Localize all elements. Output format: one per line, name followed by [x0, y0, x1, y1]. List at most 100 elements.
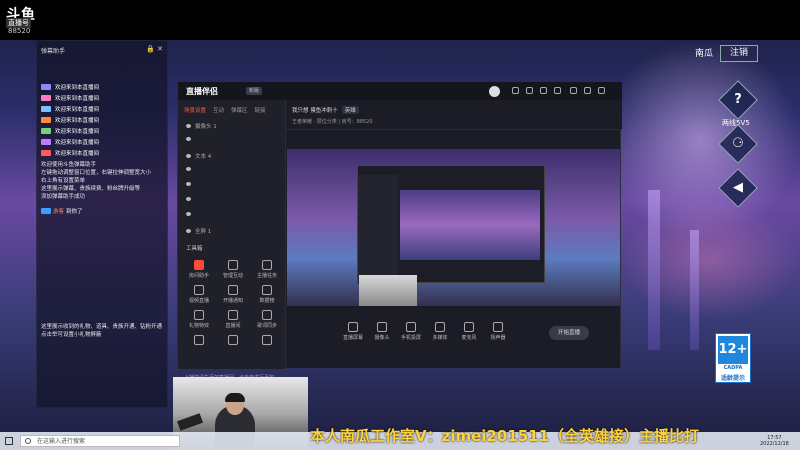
system-message: 左键拖动调整窗口位置，右键拉伸调整宽大小	[41, 170, 152, 176]
toolbox-item[interactable]: 礼物特效	[184, 310, 214, 329]
version-badge[interactable]: 新版	[246, 87, 263, 95]
source-item[interactable]: 全屏 1	[186, 227, 211, 235]
eye-icon[interactable]	[186, 124, 191, 128]
scene-panel: 场景设置 互动 弹幕区 链接 摄像头 1 文本 4 全屏 1 工具箱 房间助手 管理互…	[178, 100, 286, 381]
scrolling-banner: 本人南瓜工作室V：zimei201511（全英雄接）主播比打	[310, 427, 700, 445]
toolbox-item[interactable]: 数据榜	[252, 285, 282, 304]
tab-link[interactable]: 链接	[255, 106, 266, 114]
headset-icon[interactable]	[512, 87, 519, 94]
room-title[interactable]: 我只想 摸鱼冲刺十	[292, 106, 338, 114]
tool-label: 数据榜	[259, 298, 275, 304]
system-message: 欢迎使用斗鱼弹幕助手	[41, 162, 97, 168]
toolbox-item[interactable]: 管理互动	[218, 260, 248, 279]
toolbox-item[interactable]: 歌词同步	[252, 310, 282, 329]
cadpa-brand: CADPA	[723, 365, 743, 371]
source-item[interactable]	[186, 167, 195, 171]
source-item[interactable]: 摄像头 1	[186, 122, 217, 130]
nested-app-window	[357, 165, 545, 284]
streamer-hair	[225, 393, 245, 402]
eye-icon[interactable]	[186, 197, 191, 201]
streaming-app-window: 直播伴侣 新版 场景设置 互动 弹幕区 链接 摄像头 1 文本 4 全屏 1 工具箱…	[177, 81, 622, 381]
age-note: 适龄提示	[720, 375, 745, 382]
tool-icon	[228, 335, 238, 345]
bottom-tool-icon	[464, 322, 474, 332]
background-tower	[690, 230, 699, 350]
source-label: 摄像头 1	[195, 124, 217, 130]
logout-button[interactable]: 注销	[720, 45, 758, 62]
gift-notice-line: 这里展示收到的礼物、道具、贵族开通、钻粉开通	[41, 324, 163, 330]
top-bar: 斗鱼 直播号 88520	[0, 0, 800, 40]
system-messages: 欢迎使用斗鱼弹幕助手 左键拖动调整窗口位置，右键拉伸调整宽大小 右上角有设置菜单 这里…	[41, 161, 165, 201]
toolbox-item[interactable]: 开播通知	[218, 285, 248, 304]
bottom-toolbar: 直播屏幕 摄像头 手机投屏 多媒体 麦克风 扬声器 开始直播	[287, 314, 620, 368]
bottom-tool-button[interactable]: 麦克风	[455, 322, 483, 341]
toolbox-item[interactable]	[252, 335, 282, 347]
toolbox-item[interactable]	[184, 335, 214, 347]
system-message: 添加弹幕助手成功	[41, 194, 86, 200]
nested-preview	[400, 190, 540, 260]
level-badge	[41, 150, 51, 156]
room-tag[interactable]: 英雄	[341, 106, 359, 114]
windows-start-icon[interactable]	[5, 437, 13, 445]
eye-icon[interactable]	[186, 212, 191, 216]
toolbox-item[interactable]: 主播任务	[252, 260, 282, 279]
eye-icon[interactable]	[186, 154, 191, 158]
start-live-button[interactable]: 开始直播	[549, 326, 589, 340]
source-item[interactable]	[186, 212, 195, 216]
chat-row: 欢迎来到本直播间	[41, 116, 99, 124]
share-icon[interactable]	[526, 87, 533, 94]
source-item[interactable]	[186, 197, 195, 201]
toolbox-item[interactable]: 房间助手	[184, 260, 214, 279]
bottom-tool-icon	[348, 322, 358, 332]
toolbox-item[interactable]: 视频直播	[184, 285, 214, 304]
source-item[interactable]	[186, 182, 195, 186]
eye-icon[interactable]	[186, 229, 191, 233]
search-placeholder: 在这输入进行搜索	[37, 438, 86, 445]
room-header: 我只想 摸鱼冲刺十 英雄 王者荣耀 · 层位分类 | 房号：88520	[286, 100, 622, 130]
eye-icon[interactable]	[186, 137, 191, 141]
tool-icon	[194, 310, 204, 320]
source-label: 全屏 1	[195, 229, 212, 235]
bottom-tool-label: 扬声器	[490, 335, 506, 341]
source-label: 文本 4	[195, 154, 212, 160]
toolbox-item[interactable]: 直播间	[218, 310, 248, 329]
maximize-icon[interactable]	[584, 87, 591, 94]
age-rating-badge: 12+ CADPA 适龄提示	[715, 333, 751, 383]
bottom-tool-icon	[377, 322, 387, 332]
avatar[interactable]	[489, 86, 500, 97]
tool-icon	[262, 285, 272, 295]
tool-label: 管理互动	[222, 273, 243, 279]
gear-icon[interactable]	[554, 87, 561, 94]
tool-label: 直播间	[225, 323, 241, 329]
bottom-tool-button[interactable]: 直播屏幕	[339, 322, 367, 341]
tool-label: 视频直播	[188, 298, 209, 304]
bottom-tool-button[interactable]: 手机投屏	[397, 322, 425, 341]
level-badge	[41, 106, 51, 112]
bottom-tool-label: 直播屏幕	[342, 335, 363, 341]
source-item[interactable]: 文本 4	[186, 152, 211, 160]
tool-icon	[194, 285, 204, 295]
minimize-icon[interactable]	[570, 87, 577, 94]
tab-danmu[interactable]: 弹幕区	[231, 106, 248, 114]
source-item[interactable]	[186, 137, 195, 141]
tab-interact[interactable]: 互动	[213, 106, 224, 114]
speaker-icon: ◀	[733, 180, 743, 195]
lock-close-icons[interactable]: 🔒 ✕	[146, 45, 163, 53]
bottom-tool-button[interactable]: 摄像头	[368, 322, 396, 341]
bottom-tool-button[interactable]: 扬声器	[484, 322, 512, 341]
chat-message: 欢迎来到本直播间	[55, 129, 100, 135]
stream-preview	[287, 149, 620, 306]
bottom-tool-button[interactable]: 多媒体	[426, 322, 454, 341]
level-badge	[41, 139, 51, 145]
tab-scene[interactable]: 场景设置	[184, 106, 206, 114]
mail-icon[interactable]	[540, 87, 547, 94]
chat-row: 欢迎来到本直播间	[41, 105, 99, 113]
eye-icon[interactable]	[186, 167, 191, 171]
close-icon[interactable]	[598, 87, 605, 94]
tool-icon	[262, 335, 272, 345]
panel-title: 弹幕助手	[41, 48, 66, 55]
taskbar-search-input[interactable]: 在这输入进行搜索	[20, 435, 180, 447]
toolbox-item[interactable]	[218, 335, 248, 347]
system-message: 右上角有设置菜单	[41, 178, 86, 184]
eye-icon[interactable]	[186, 182, 191, 186]
